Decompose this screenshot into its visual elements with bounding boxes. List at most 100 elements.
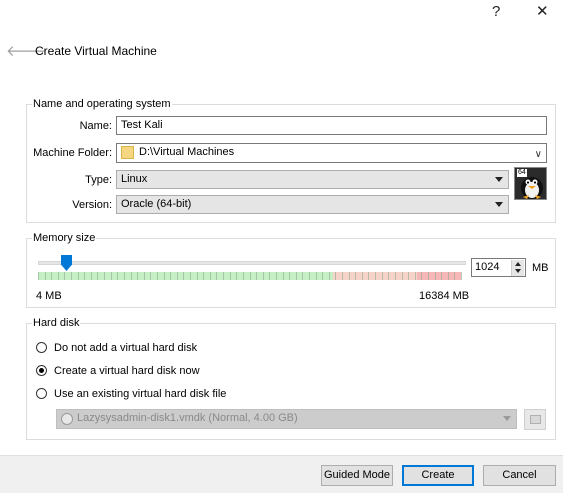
slider-tick xyxy=(51,272,52,280)
version-select[interactable]: Oracle (64-bit) xyxy=(116,195,509,214)
create-button[interactable]: Create xyxy=(402,465,474,486)
slider-tick xyxy=(38,272,39,280)
slider-tick xyxy=(435,272,436,280)
spin-up-icon[interactable] xyxy=(511,260,524,268)
os-badge: 64 xyxy=(517,169,527,177)
slider-tick xyxy=(111,272,112,280)
slider-tick xyxy=(197,272,198,280)
slider-tick xyxy=(441,272,442,280)
slider-tick xyxy=(124,272,125,280)
machine-folder-select[interactable]: D:\Virtual Machines ∨ xyxy=(116,143,547,163)
name-input[interactable]: Test Kali xyxy=(116,116,547,135)
slider-tick xyxy=(236,272,237,280)
slider-tick xyxy=(276,272,277,280)
folder-icon xyxy=(530,415,541,424)
slider-tick xyxy=(78,272,79,280)
slider-tick xyxy=(71,272,72,280)
radio-no-disk[interactable] xyxy=(36,342,47,353)
slider-tick xyxy=(329,272,330,280)
radio-create-disk[interactable] xyxy=(36,365,47,376)
slider-tick xyxy=(454,272,455,280)
slider-tick xyxy=(283,272,284,280)
dropdown-arrow-icon xyxy=(495,177,503,182)
memory-spinbox[interactable]: 1024 xyxy=(471,258,526,277)
slider-tick xyxy=(64,272,65,280)
slider-tick xyxy=(150,272,151,280)
memory-slider-ticks xyxy=(38,272,462,280)
slider-tick xyxy=(408,272,409,280)
disk-icon xyxy=(61,413,73,425)
dropdown-arrow-icon xyxy=(503,416,511,421)
radio-existing-disk-label[interactable]: Use an existing virtual hard disk file xyxy=(54,388,226,400)
memory-slider-track[interactable] xyxy=(38,261,466,265)
slider-tick xyxy=(382,272,383,280)
folder-icon xyxy=(121,146,134,159)
slider-tick xyxy=(137,272,138,280)
type-select[interactable]: Linux xyxy=(116,170,509,189)
radio-existing-disk[interactable] xyxy=(36,388,47,399)
slider-tick xyxy=(243,272,244,280)
choose-disk-file-button[interactable] xyxy=(524,409,546,430)
slider-tick xyxy=(223,272,224,280)
slider-tick xyxy=(157,272,158,280)
slider-tick xyxy=(375,272,376,280)
spin-down-icon[interactable] xyxy=(511,268,524,276)
slider-tick xyxy=(117,272,118,280)
slider-tick xyxy=(316,272,317,280)
guided-mode-button[interactable]: Guided Mode xyxy=(321,465,393,486)
footer-bar xyxy=(0,455,563,493)
machine-folder-label: Machine Folder: xyxy=(33,147,112,159)
radio-create-disk-label[interactable]: Create a virtual hard disk now xyxy=(54,365,200,377)
slider-tick xyxy=(263,272,264,280)
slider-tick xyxy=(131,272,132,280)
slider-tick xyxy=(203,272,204,280)
version-label: Version: xyxy=(72,199,112,211)
chevron-down-icon: ∨ xyxy=(534,149,542,160)
memory-value[interactable]: 1024 xyxy=(475,261,499,273)
slider-tick xyxy=(84,272,85,280)
memory-unit-label: MB xyxy=(532,262,549,274)
slider-tick xyxy=(210,272,211,280)
existing-disk-value: Lazysysadmin-disk1.vmdk (Normal, 4.00 GB… xyxy=(77,412,298,424)
machine-folder-value: D:\Virtual Machines xyxy=(139,146,235,158)
slider-tick xyxy=(335,272,336,280)
cancel-button[interactable]: Cancel xyxy=(483,465,556,486)
slider-tick xyxy=(256,272,257,280)
slider-tick xyxy=(448,272,449,280)
slider-tick xyxy=(296,272,297,280)
slider-tick xyxy=(395,272,396,280)
slider-tick xyxy=(250,272,251,280)
slider-tick xyxy=(388,272,389,280)
slider-tick xyxy=(104,272,105,280)
slider-tick xyxy=(216,272,217,280)
version-value: Oracle (64-bit) xyxy=(121,198,192,210)
type-label: Type: xyxy=(85,174,112,186)
slider-tick xyxy=(230,272,231,280)
slider-tick xyxy=(58,272,59,280)
slider-tick xyxy=(177,272,178,280)
slider-tick xyxy=(342,272,343,280)
close-icon[interactable]: ✕ xyxy=(536,2,549,22)
existing-disk-select: Lazysysadmin-disk1.vmdk (Normal, 4.00 GB… xyxy=(56,409,517,429)
slider-tick xyxy=(164,272,165,280)
slider-tick xyxy=(461,272,462,280)
slider-tick xyxy=(97,272,98,280)
slider-tick xyxy=(45,272,46,280)
slider-tick xyxy=(402,272,403,280)
slider-tick xyxy=(289,272,290,280)
name-label: Name: xyxy=(79,120,112,132)
dropdown-arrow-icon xyxy=(495,202,503,207)
group-legend: Name and operating system xyxy=(32,98,172,110)
radio-no-disk-label[interactable]: Do not add a virtual hard disk xyxy=(54,342,197,354)
slider-tick xyxy=(368,272,369,280)
help-icon[interactable]: ? xyxy=(492,2,500,22)
type-value: Linux xyxy=(121,173,148,185)
slider-tick xyxy=(421,272,422,280)
memory-max-label: 16384 MB xyxy=(419,290,470,302)
slider-tick xyxy=(190,272,191,280)
slider-tick xyxy=(309,272,310,280)
slider-tick xyxy=(170,272,171,280)
slider-tick xyxy=(415,272,416,280)
group-legend: Memory size xyxy=(32,232,97,244)
slider-tick xyxy=(349,272,350,280)
